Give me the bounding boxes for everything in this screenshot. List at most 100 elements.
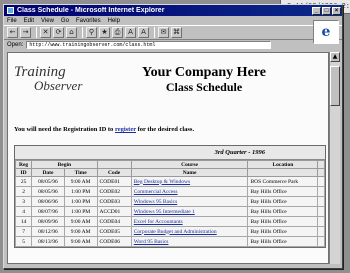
location-cell: Bay Hills Office [247, 196, 319, 207]
location-cell: Bay Hills Office [247, 226, 319, 237]
close-button[interactable]: × [332, 6, 341, 15]
scroll-up-icon[interactable]: ▲ [330, 52, 340, 62]
code-cell: CODE01 [96, 176, 132, 187]
header-begin: Begin [31, 160, 98, 169]
instruction-after: for the desired class. [137, 126, 195, 133]
address-bar: Open: http://www.trainingobserver.com/cl… [4, 40, 342, 50]
row-extra-cell [317, 176, 325, 187]
date-cell: 08/07/96 [31, 206, 65, 217]
reg-id-cell: 4 [14, 206, 33, 217]
instruction-text: You will need the Registration ID to reg… [14, 126, 194, 133]
reg-id-cell: 14 [14, 216, 33, 227]
header-location: Location [247, 160, 319, 169]
refresh-icon[interactable]: ⟳ [53, 27, 64, 38]
menu-file[interactable]: File [7, 18, 17, 24]
header-extra [317, 160, 325, 169]
time-cell: 9:00 AM [63, 216, 98, 227]
font-larger-icon[interactable]: A [125, 27, 136, 38]
date-cell: 08/05/96 [31, 176, 65, 187]
edit-icon[interactable]: ⌘ [171, 27, 182, 38]
vertical-scrollbar[interactable]: ▲ [329, 52, 340, 264]
reg-id-cell: 7 [14, 226, 33, 237]
header-code-top [96, 160, 132, 169]
browser-app-icon [7, 7, 14, 14]
mail-icon[interactable]: ✉ [158, 27, 169, 38]
stop-icon[interactable]: ✕ [40, 27, 51, 38]
font-smaller-icon[interactable]: A [138, 27, 149, 38]
register-link[interactable]: register [115, 126, 136, 133]
row-extra-cell [317, 186, 325, 197]
date-cell: 08/06/96 [31, 196, 65, 207]
course-link[interactable]: Excel for Accountants [134, 219, 183, 225]
scroll-thumb[interactable] [330, 66, 340, 106]
table-row: 25 08/05/96 9:00 AM CODE01 Beg Desktop & Win… [14, 176, 325, 187]
print-icon[interactable]: ⎙ [112, 27, 123, 38]
toolbar-separator [36, 27, 37, 38]
location-cell: BOS Commerce Park [247, 176, 319, 187]
menu-view[interactable]: View [41, 18, 54, 24]
date-cell: 08/09/96 [31, 216, 65, 227]
maximize-button[interactable]: □ [322, 6, 331, 15]
quarter-heading: 3rd Quarter - 1996 [15, 146, 325, 160]
header-date: Date [31, 168, 65, 177]
search-icon[interactable]: ⚲ [86, 27, 97, 38]
date-cell: 08/12/96 [31, 226, 65, 237]
course-link[interactable]: Windows 95 Basics [134, 199, 177, 205]
back-icon[interactable]: ← [7, 27, 18, 38]
page-subtitle: Class Schedule [165, 80, 243, 94]
course-name-cell: Beg Desktop & Windows [130, 176, 249, 187]
address-input[interactable]: http://www.trainingobserver.com/class.ht… [26, 41, 272, 49]
reg-id-cell: 5 [14, 236, 33, 247]
course-link[interactable]: Commercial Access [134, 189, 178, 195]
course-link[interactable]: Corporate Budget and Administration [134, 229, 217, 235]
header-location-sub [247, 168, 319, 177]
logo-text-line2: Observer [34, 78, 83, 93]
reg-id-cell: 3 [14, 196, 33, 207]
page-content: Training Observer Your Company Here Clas… [7, 52, 329, 264]
row-extra-cell [317, 226, 325, 237]
course-name-cell: Word 95 Basics [130, 236, 249, 247]
menu-go[interactable]: Go [61, 18, 69, 24]
header-code: Code [96, 168, 132, 177]
header-course: Course [130, 160, 249, 169]
course-link[interactable]: Beg Desktop & Windows [134, 179, 190, 185]
menu-edit[interactable]: Edit [24, 18, 34, 24]
header-time: Time [63, 168, 98, 177]
browser-window: Class Schedule - Microsoft Internet Expl… [3, 4, 343, 269]
toolbar-separator [154, 27, 155, 38]
forward-icon[interactable]: → [20, 27, 31, 38]
row-extra-cell [317, 236, 325, 247]
row-extra-cell [317, 196, 325, 207]
favorites-icon[interactable]: ★ [99, 27, 110, 38]
menu-help[interactable]: Help [108, 18, 120, 24]
home-icon[interactable]: ⌂ [66, 27, 77, 38]
course-link[interactable]: Word 95 Basics [134, 239, 169, 245]
schedule-table-container: 3rd Quarter - 1996 Reg Begin Course Loca… [14, 145, 326, 248]
time-cell: 1:00 PM [63, 186, 98, 197]
code-cell: CODE04 [96, 216, 132, 227]
table-row: 3 08/06/96 1:00 PM CODE03 Windows 95 Basics B… [14, 196, 325, 207]
schedule-body: 25 08/05/96 9:00 AM CODE01 Beg Desktop & Win… [14, 176, 325, 247]
minimize-button[interactable]: _ [312, 6, 321, 15]
time-cell: 1:00 PM [63, 206, 98, 217]
header-name: Name [130, 168, 249, 177]
time-cell: 9:00 AM [63, 176, 98, 187]
location-cell: Bay Hills Office [247, 206, 319, 217]
code-cell: CODE06 [96, 236, 132, 247]
table-row: 2 08/05/96 1:00 PM CODE02 Commercial Access B… [14, 186, 325, 197]
location-cell: Bay Hills Office [247, 186, 319, 197]
title-bar: Class Schedule - Microsoft Internet Expl… [4, 5, 342, 16]
time-cell: 9:00 AM [63, 226, 98, 237]
company-logo: Training Observer [14, 65, 83, 105]
page-title: Your Company Here [142, 65, 266, 80]
header-reg: Reg [14, 160, 33, 169]
menu-favorites[interactable]: Favorites [76, 18, 101, 24]
reg-id-cell: 25 [14, 176, 33, 187]
row-extra-cell [317, 206, 325, 217]
toolbar: ← → ✕ ⟳ ⌂ ⚲ ★ ⎙ A A ✉ ⌘ [4, 25, 342, 40]
date-cell: 08/05/96 [31, 186, 65, 197]
table-row: 5 08/13/96 9:00 AM CODE06 Word 95 Basics Bay … [14, 236, 325, 247]
course-link[interactable]: Windows 95 Intermediate 1 [134, 209, 195, 215]
menu-bar: File Edit View Go Favorites Help [4, 16, 342, 25]
header-id: ID [14, 168, 33, 177]
